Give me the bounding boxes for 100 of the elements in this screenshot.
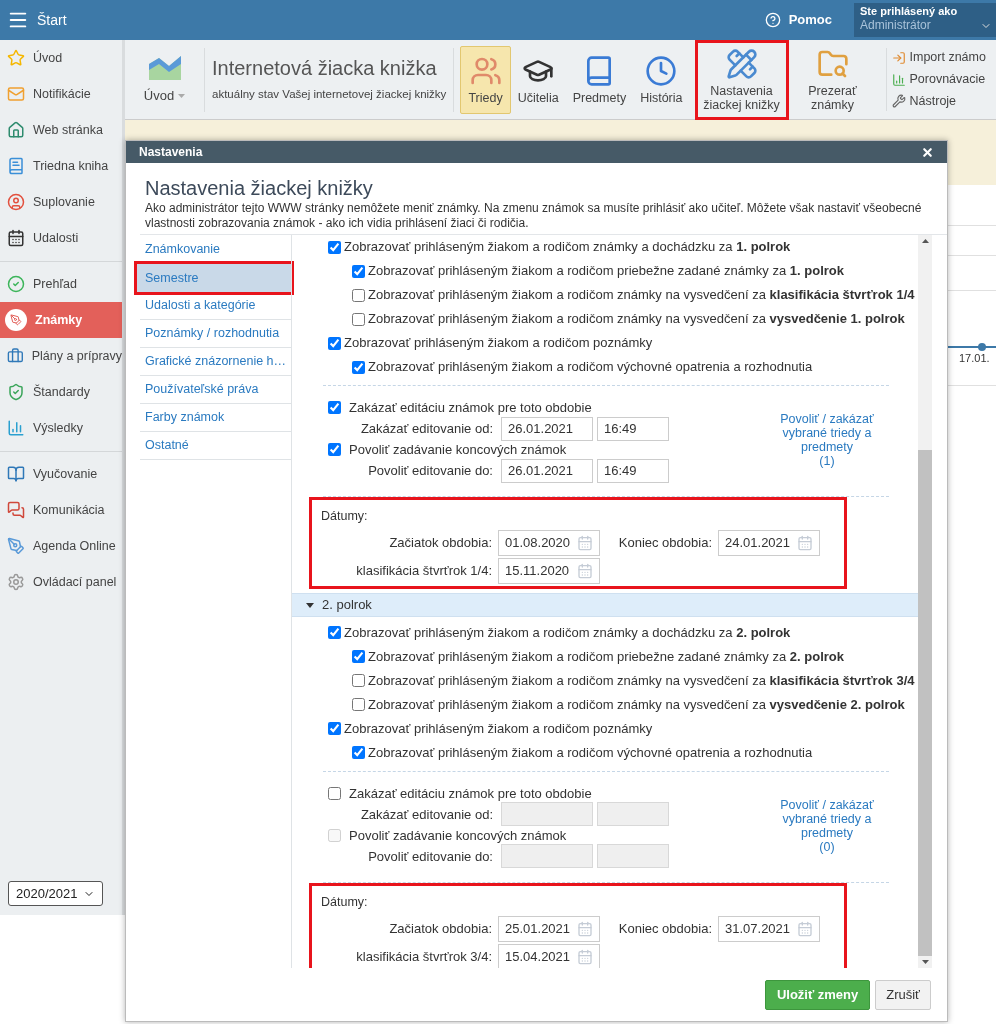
settings-tab[interactable]: Farby známok — [140, 404, 291, 432]
checkbox[interactable] — [352, 650, 365, 664]
checkbox[interactable] — [352, 360, 365, 374]
section-header[interactable]: 2. polrok — [292, 592, 918, 617]
date-field[interactable]: 26.01.2021 — [501, 416, 593, 441]
option-label: Povoliť zadávanie koncových známok — [349, 826, 567, 845]
user-menu[interactable]: Ste prihlásený ako Administrátor — [854, 3, 996, 37]
sidebar-item[interactable]: Ovládací panel — [0, 564, 122, 600]
checkbox[interactable] — [352, 288, 365, 302]
date-field[interactable]: 26.01.2021 — [501, 458, 593, 483]
scroll-down-icon[interactable] — [921, 960, 929, 964]
time-field[interactable] — [597, 802, 669, 827]
option-label: Zobrazovať prihláseným žiakom a rodičom priebežne zadané známky za 2. polrok — [368, 648, 844, 666]
sidebar-icon — [7, 501, 25, 519]
checkbox[interactable] — [328, 722, 341, 736]
selection-count: (1) — [819, 454, 835, 468]
option-label: Zobrazovať prihláseným žiakom a rodičom výchovné opatrenia a rozhodnutia — [368, 744, 813, 762]
sidebar-item[interactable]: Vyučovanie — [0, 456, 122, 492]
date-field[interactable]: 15.11.2020 — [498, 557, 600, 584]
settings-tab[interactable]: Grafické znázornenie h… — [140, 348, 291, 376]
home-button[interactable]: Úvod — [125, 47, 205, 112]
cancel-button[interactable]: Zrušiť — [875, 980, 931, 1010]
option-label: Zobrazovať prihláseným žiakom a rodičom výchovné opatrenia a rozhodnutia — [368, 358, 813, 377]
scrollbar[interactable] — [918, 235, 932, 968]
sidebar-item[interactable]: Triedna kniha — [0, 148, 122, 184]
checkbox[interactable] — [328, 336, 341, 350]
checkbox[interactable] — [328, 786, 341, 800]
sidebar-item[interactable]: Výsledky — [0, 410, 122, 446]
settings-tab[interactable]: Ostatné — [140, 432, 291, 460]
sidebar-item[interactable]: Udalosti — [0, 220, 122, 256]
toolbar-link-icon — [891, 50, 906, 65]
page-title: Internetová žiacka knižka — [212, 55, 438, 80]
sidebar-icon — [7, 85, 25, 103]
checkbox[interactable] — [352, 746, 365, 760]
time-field[interactable] — [597, 844, 669, 869]
settings-tab[interactable]: Používateľské práva — [140, 376, 291, 404]
sidebar-item[interactable]: Plány a prípravy — [0, 338, 122, 374]
year-select[interactable]: 2020/2021 — [8, 881, 103, 906]
field-label: Zakázať editovanie od: — [359, 419, 493, 438]
sidebar-icon — [7, 275, 25, 293]
checkbox[interactable] — [352, 674, 365, 688]
sidebar-item[interactable]: Štandardy — [0, 374, 122, 410]
caret-icon — [178, 93, 186, 98]
sidebar-item[interactable]: Suplovanie — [0, 184, 122, 220]
time-field[interactable]: 16:49 — [597, 458, 669, 483]
checkbox[interactable] — [328, 240, 341, 254]
toolbar-button[interactable]: Prezerať známky — [785, 45, 880, 114]
toolbar-link[interactable]: Porovnávacie — [891, 70, 986, 89]
sidebar-item[interactable]: Úvod — [0, 40, 122, 76]
toolbar-button[interactable]: Predmety — [565, 45, 634, 114]
option-label: Zobrazovať prihláseným žiakom a rodičom známky na vysvedčení za klasifikácia štvrťrok 1/4 — [368, 286, 915, 305]
sidebar-icon — [7, 193, 25, 211]
close-icon[interactable] — [921, 145, 934, 159]
date-field[interactable]: 01.08.2020 — [498, 529, 600, 556]
sidebar-item[interactable]: Komunikácia — [0, 492, 122, 528]
sidebar-item[interactable]: Agenda Online — [0, 528, 122, 564]
checkbox[interactable] — [328, 443, 341, 456]
sidebar-item[interactable]: Notifikácie — [0, 76, 122, 112]
settings-tab[interactable]: Poznámky / rozhodnutia — [140, 320, 291, 348]
scroll-up-icon[interactable] — [921, 239, 929, 243]
dates-label: Dátumy: — [320, 893, 369, 911]
dialog-description: Ako administrátor tejto WWW stránky nemôžete meniť známky. Na zmenu známok sa musíte prihlásiť ako učiteľ. Môžete však nastaviť všeobecné vlastnosti zobrazovania známok - ako ich vidia prihlásení žiaci či rodičia. — [144, 201, 923, 231]
class-subject-link[interactable]: Povoliť / zakázať vybrané triedy a predmety — [772, 797, 882, 840]
option-label: Zobrazovať prihláseným žiakom a rodičom známky na vysvedčení za vysvedčenie 1. polrok — [368, 310, 905, 329]
date-field[interactable]: 25.01.2021 — [498, 915, 600, 942]
sidebar-icon — [7, 347, 24, 365]
sidebar-icon — [7, 121, 25, 139]
option-label: Zobrazovať prihláseným žiakom a rodičom známky na vysvedčení za vysvedčenie 2. polrok — [368, 696, 905, 714]
help-icon[interactable] — [764, 12, 781, 28]
time-field[interactable]: 16:49 — [597, 416, 669, 441]
date-field[interactable]: 31.07.2021 — [718, 915, 820, 942]
sidebar-item[interactable]: Prehľad — [0, 266, 122, 302]
date-field[interactable]: 15.04.2021 — [498, 943, 600, 968]
option-label: Zakázať editáciu známok pre toto obdobie — [349, 398, 592, 417]
start-link[interactable]: Štart — [37, 9, 67, 31]
caret-icon — [306, 600, 314, 609]
help-link[interactable]: Pomoc — [788, 10, 832, 30]
option-label: Zobrazovať prihláseným žiakom a rodičom známky a dochádzku za 2. polrok — [344, 624, 791, 642]
toolbar-button[interactable]: Triedy — [460, 45, 511, 114]
toolbar-button[interactable]: Učitelia — [510, 45, 566, 114]
checkbox[interactable] — [352, 698, 365, 712]
field-label: klasifikácia štvrťrok 3/4: — [355, 947, 492, 966]
checkbox[interactable] — [352, 264, 365, 278]
settings-tab[interactable]: Udalosti a kategórie — [140, 292, 291, 320]
dates-label: Dátumy: — [320, 508, 369, 525]
toolbar-link[interactable]: Nástroje — [891, 91, 986, 111]
toolbar-icon — [725, 47, 758, 80]
toolbar-link-icon — [891, 94, 906, 109]
checkbox[interactable] — [328, 626, 341, 640]
field-label: Zakázať editovanie od: — [359, 805, 493, 824]
date-field[interactable]: 24.01.2021 — [718, 529, 820, 556]
checkbox[interactable] — [328, 401, 341, 414]
sidebar-icon — [7, 465, 25, 483]
toolbar-link[interactable]: Import známo — [891, 48, 986, 68]
toolbar-button[interactable]: Nastavenia žiackej knižky — [697, 42, 786, 117]
field-label: Začiatok obdobia: — [388, 534, 492, 552]
class-subject-link[interactable]: Povoliť / zakázať vybrané triedy a predmety — [772, 412, 882, 454]
sidebar-item[interactable]: Web stránka — [0, 112, 122, 148]
checkbox[interactable] — [352, 312, 365, 326]
toolbar-button[interactable]: História — [633, 45, 690, 114]
